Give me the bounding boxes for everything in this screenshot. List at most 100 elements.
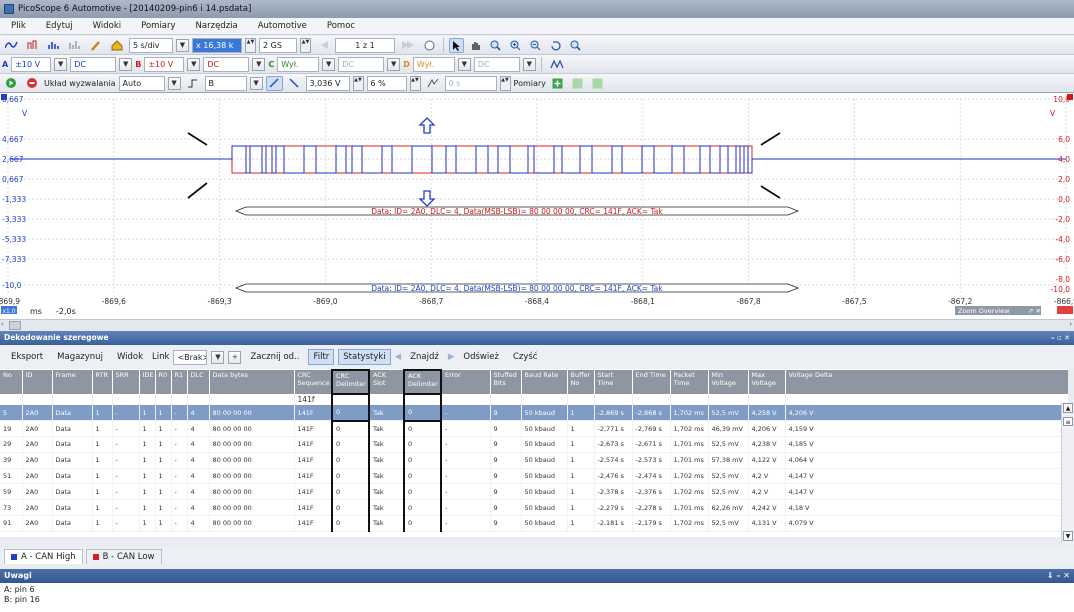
menu-file[interactable]: Plik [8, 21, 29, 31]
y-scale-badge[interactable] [1057, 306, 1073, 314]
scroll-right-icon[interactable]: › [1070, 321, 1072, 328]
table-row[interactable]: 19 2A0 Data 1-1 1-4 80 00 00 00 141F 0 Tak 0-9 50 … [0, 420, 1068, 438]
trigger-source-dropdown[interactable]: ▼ [249, 76, 263, 90]
link-select[interactable]: <Brak> [173, 349, 208, 365]
undo-zoom-icon[interactable] [547, 38, 564, 53]
trigger-level-spinner[interactable]: ▲▼ [352, 75, 364, 91]
timebase-dropdown[interactable]: ▼ [176, 38, 189, 52]
col-buffer-no[interactable]: Buffer No [567, 370, 595, 394]
filter-cell[interactable] [171, 394, 188, 405]
table-row[interactable]: 39 2A0 Data 1-1 1-4 80 00 00 00 141F 0 Tak 0-9 50 … [0, 452, 1068, 469]
menu-measurements[interactable]: Pomiary [138, 21, 178, 31]
hand-tool-icon[interactable] [467, 38, 484, 53]
channel-b-range[interactable]: ±10 V [144, 56, 185, 72]
refresh-button[interactable]: Odśwież [458, 349, 504, 365]
channel-a-range[interactable]: ±10 V [11, 56, 52, 72]
panel-controls-icon[interactable]: – ▫ ✕ [1051, 331, 1070, 345]
col-end-time[interactable]: End Time [632, 370, 671, 394]
zoom-out-icon[interactable] [527, 38, 544, 53]
filter-cell[interactable] [594, 394, 633, 405]
menu-edit[interactable]: Edytuj [43, 21, 76, 31]
filter-cell[interactable] [155, 394, 172, 405]
filter-cell[interactable] [0, 394, 23, 405]
col-error[interactable]: Error [441, 370, 491, 394]
table-row[interactable]: 51 2A0 Data 1-1 1-4 80 00 00 00 141F 0 Tak 0-9 50 … [0, 468, 1068, 485]
channel-c-coupling-dropdown[interactable]: ▼ [387, 57, 401, 71]
pretrigger-percent-field[interactable]: 6 % [366, 75, 407, 91]
page-indicator[interactable]: 1 z 1 [335, 37, 395, 53]
table-row[interactable]: 59 2A0 Data 1-1 1-4 80 00 00 00 141F 0 Tak 0-9 50 … [0, 483, 1068, 501]
filter-cell[interactable] [708, 394, 749, 405]
notes-panel[interactable]: A: pin 6 B: pin 16 [0, 583, 1074, 612]
trigger-delay-field[interactable]: 0 s [444, 75, 497, 91]
filter-cell[interactable] [490, 394, 522, 405]
filter-cell[interactable] [748, 394, 786, 405]
channel-a-coupling-dropdown[interactable]: ▼ [119, 57, 133, 71]
zoom-overview-close-icon[interactable]: ⇗ ✕ [1028, 307, 1041, 315]
timebase-field[interactable]: 5 s/div [129, 37, 173, 53]
col-frame[interactable]: Frame [52, 370, 93, 394]
scroll-up-icon[interactable]: ▲ [1063, 403, 1073, 413]
filter-cell[interactable] [92, 394, 113, 405]
clear-button[interactable]: Czyść [508, 349, 543, 365]
table-row[interactable]: 91 2A0 Data 1-1 1-4 80 00 00 00 141F 0 Tak 0-9 50 … [0, 515, 1068, 532]
link-dropdown[interactable]: ▼ [211, 350, 225, 364]
sample-count-spinner[interactable]: ▲▼ [300, 37, 311, 53]
channel-c-range[interactable]: Wył. [277, 56, 320, 72]
scope-view[interactable]: -869,9 -869,6 -869,3 -869,0 -868,7 -868,4 -868… [0, 92, 1074, 331]
filter-cell[interactable] [785, 394, 1068, 405]
col-max-voltage[interactable]: Max Voltage [748, 370, 786, 394]
channel-b-coupling[interactable]: DC [203, 56, 250, 72]
scope-horizontal-scrollbar[interactable]: ‹ › [0, 319, 1074, 331]
filter-cell[interactable] [521, 394, 568, 405]
filter-cell[interactable] [331, 394, 370, 405]
filter-button[interactable]: Filtr [308, 349, 335, 365]
filter-cell[interactable] [209, 394, 295, 405]
col-crc-delimiter[interactable]: CRC Delimiter [331, 369, 370, 395]
col-ack-slot[interactable]: ACK Slot [369, 370, 405, 394]
col-ack-delimiter[interactable]: ACK Delimiter [403, 369, 442, 395]
find-prev-icon[interactable]: ◀ [395, 352, 402, 362]
col-packet-time[interactable]: Packet Time [670, 370, 709, 394]
decoder-vertical-scrollbar[interactable]: ▲ ≡ ▼ [1061, 403, 1074, 543]
channel-c-range-dropdown[interactable]: ▼ [322, 57, 336, 71]
probe-icon[interactable] [87, 38, 105, 53]
col-dlc[interactable]: DLC [187, 370, 210, 394]
col-stuffed-bits[interactable]: Stuffed Bits [490, 370, 522, 394]
stop-icon[interactable] [23, 76, 41, 91]
channel-d-coupling-dropdown[interactable]: ▼ [522, 57, 536, 71]
trigger-source-field[interactable]: B [204, 75, 247, 91]
post-trigger-icon[interactable] [424, 76, 442, 91]
col-voltage-delta[interactable]: Voltage Delta [785, 370, 1068, 394]
channel-c-coupling[interactable]: DC [338, 56, 385, 72]
zoom-fit-icon[interactable] [567, 38, 584, 53]
channel-b-coupling-dropdown[interactable]: ▼ [252, 57, 266, 71]
trigger-delay-spinner[interactable]: ▲▼ [499, 75, 511, 91]
col-ide[interactable]: IDE [139, 370, 156, 394]
filter-cell[interactable] [112, 394, 140, 405]
math-channel-icon[interactable] [547, 57, 567, 72]
persistence-mode-icon[interactable] [24, 38, 42, 53]
trigger-level-field[interactable]: 3,036 V [305, 75, 350, 91]
col-no[interactable]: No [0, 370, 23, 394]
col-baud-rate[interactable]: Baud Rate [521, 370, 568, 394]
samples-field[interactable]: x 16,38 k [192, 37, 242, 53]
menu-automotive[interactable]: Automotive [255, 21, 310, 31]
filter-cell[interactable] [22, 394, 53, 405]
view-button[interactable]: Widok [112, 349, 148, 365]
zoom-in-icon[interactable] [507, 38, 524, 53]
channel-d-range-dropdown[interactable]: ▼ [457, 57, 471, 71]
find-next-icon[interactable]: ▶ [448, 352, 455, 362]
scroll-left-icon[interactable]: ‹ [1, 321, 3, 328]
notes-controls-icon[interactable]: ⇓ – ✕ [1047, 569, 1070, 583]
export-button[interactable]: Eksport [6, 349, 48, 365]
run-icon[interactable] [2, 76, 20, 91]
first-page-icon[interactable] [314, 38, 332, 53]
col-data-bytes[interactable]: Data bytes [209, 370, 295, 394]
crc-filter-input[interactable]: 141f [294, 394, 333, 405]
scrollbar-thumb[interactable]: ≡ [1063, 417, 1073, 426]
col-r1[interactable]: R1 [171, 370, 188, 394]
table-row[interactable]: 73 2A0 Data 1-1 1-4 80 00 00 00 141F 0 Tak 0-9 50 … [0, 499, 1068, 517]
channel-a-range-dropdown[interactable]: ▼ [54, 57, 68, 71]
start-from-button[interactable]: Zacznij od.. [245, 349, 304, 365]
